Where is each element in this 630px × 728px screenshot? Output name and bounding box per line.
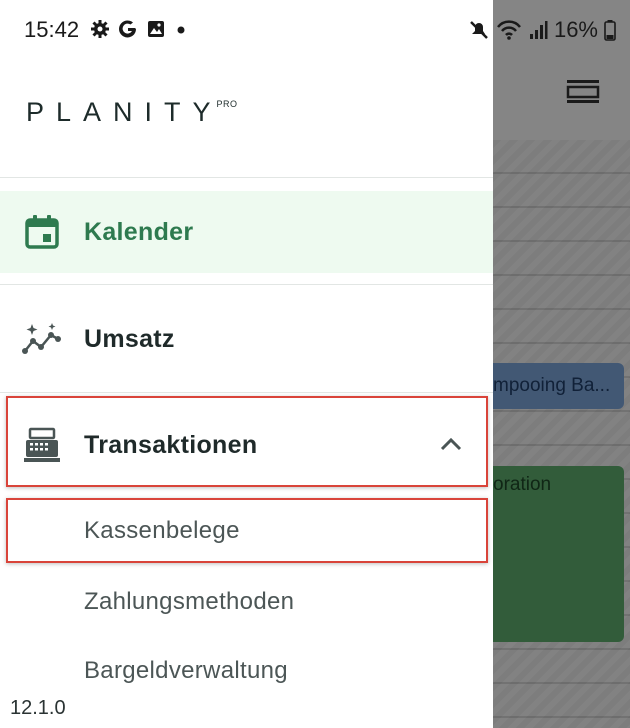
mute-icon [470, 21, 488, 39]
divider [0, 177, 493, 178]
battery-icon [604, 20, 616, 41]
logo-text: PLANITY [26, 97, 223, 127]
highlight-box [6, 498, 488, 563]
sub-item-zahlungsmethoden[interactable]: Zahlungsmethoden [84, 588, 294, 616]
planity-logo: PLANITY PRO [26, 97, 238, 128]
sub-item-bargeldverwaltung[interactable]: Bargeldverwaltung [84, 657, 288, 685]
signal-icon [529, 21, 548, 39]
background-app: mpooing Ba... oration [493, 0, 630, 728]
divider [0, 284, 493, 285]
google-icon [119, 20, 136, 38]
highlight-box [6, 396, 488, 487]
calendar-icon [22, 212, 62, 252]
navigation-drawer: PLANITY PRO Kalender Umsatz Transaktione… [0, 0, 493, 728]
status-left-icons [90, 19, 188, 39]
sparkle-chart-icon [22, 319, 62, 359]
nav-item-label: Kalender [84, 217, 194, 246]
nav-item-label: Umsatz [84, 324, 175, 353]
gear-icon [91, 20, 109, 38]
battery-percentage: 16% [553, 17, 598, 42]
status-time: 15:42 [24, 17, 80, 42]
dot-icon [177, 26, 185, 34]
nav-item-kalender[interactable]: Kalender [0, 191, 493, 273]
nav-item-umsatz[interactable]: Umsatz [0, 298, 493, 380]
drawer-scrim[interactable] [493, 0, 630, 728]
wifi-icon [496, 20, 521, 40]
app-version: 12.1.0 [10, 697, 66, 719]
image-icon [148, 21, 164, 37]
divider [0, 392, 493, 393]
status-right: 16% [468, 17, 616, 43]
status-bar: 15:42 16% [0, 0, 630, 60]
logo-pro-badge: PRO [216, 99, 238, 109]
